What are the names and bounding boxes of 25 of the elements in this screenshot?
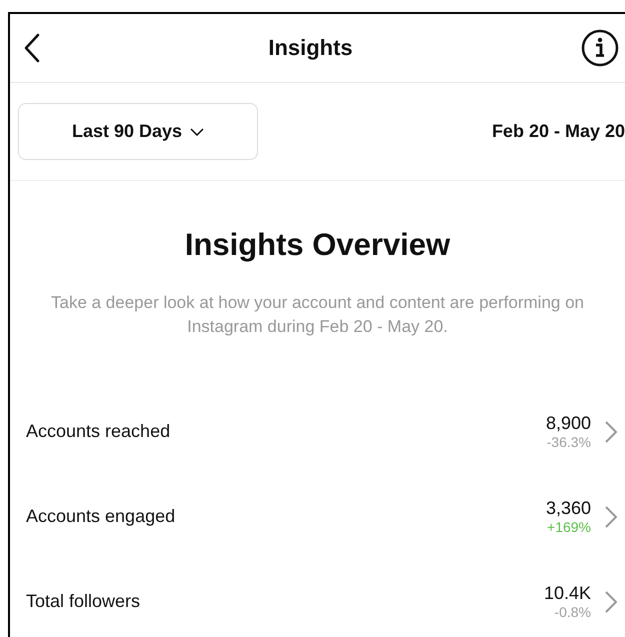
info-icon <box>581 29 619 67</box>
metric-label: Accounts engaged <box>26 506 176 527</box>
chevron-icon <box>605 420 617 442</box>
chevron-button[interactable] <box>605 590 617 612</box>
date-range-dropdown[interactable]: Last 90 Days <box>18 103 258 160</box>
back-button[interactable] <box>24 33 40 63</box>
metric-change: +169% <box>547 519 591 535</box>
chevron-icon <box>605 590 617 612</box>
metric-value: 8,900 <box>546 413 591 434</box>
chevron-down-icon <box>190 128 204 136</box>
metric-change: -36.3% <box>546 434 591 450</box>
metric-value: 10.4K <box>544 583 591 604</box>
metric-label: Accounts reached <box>26 421 172 442</box>
overview-description: Take a deeper look at how your account and content are performing on Instagram during Feb 20 - May 20. <box>50 292 585 338</box>
metric-change: -0.8% <box>554 604 591 620</box>
metric-value: 3,360 <box>546 498 591 519</box>
chevron-icon <box>605 506 617 528</box>
metric-label: Total followers <box>26 591 142 612</box>
overview-title: Insights Overview <box>184 227 452 263</box>
back-icon <box>24 33 40 63</box>
chevron-button[interactable] <box>605 420 617 442</box>
date-range: Feb 20 - May 20 <box>492 121 625 142</box>
chevron-button[interactable] <box>605 506 617 528</box>
info-button[interactable] <box>581 29 619 67</box>
page-title: Insights <box>268 35 353 61</box>
